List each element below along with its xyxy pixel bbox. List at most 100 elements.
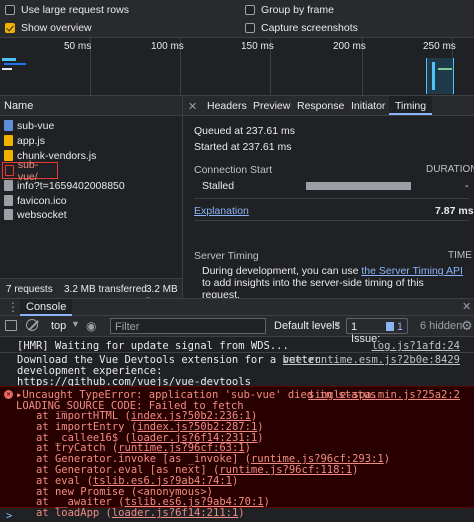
show-overview-label: Show overview <box>21 22 92 34</box>
tab-initiator[interactable]: Initiator <box>345 96 391 115</box>
show-overview-option[interactable]: Show overview <box>5 22 92 34</box>
transferred-size: 3.2 MB transferred <box>64 284 147 295</box>
network-settings-bar: Use large request rows Group by frame Sh… <box>0 0 474 38</box>
capture-screenshots-checkbox[interactable] <box>245 23 255 33</box>
request-row[interactable]: websocket <box>0 207 182 222</box>
show-overview-checkbox[interactable] <box>5 23 15 33</box>
hidden-count: 6 hidden <box>420 320 463 332</box>
capture-screenshots-label: Capture screenshots <box>261 22 358 34</box>
overview-bar <box>2 58 16 61</box>
overview-selection[interactable] <box>426 58 454 94</box>
chevron-down-icon: ▼ <box>71 319 80 329</box>
console-prompt[interactable]: > <box>0 510 474 522</box>
large-rows-label: Use large request rows <box>21 4 129 16</box>
queued-at: Queued at 237.61 ms <box>194 125 295 137</box>
websocket-icon <box>4 209 13 220</box>
divider <box>194 198 469 199</box>
more-icon[interactable]: ⋮ <box>7 300 19 314</box>
filter-input[interactable]: Filter <box>110 318 266 334</box>
issues-label: 1 Issue: <box>351 321 381 345</box>
divider <box>194 220 469 221</box>
xhr-icon <box>4 180 13 191</box>
sidebar-toggle-icon[interactable] <box>5 320 17 331</box>
request-count: 7 requests <box>6 284 53 295</box>
stack-trace: at importHTML (index.js?50b2:236:1) at im… <box>36 411 390 519</box>
overview-bar <box>438 68 452 70</box>
timeline-overview[interactable]: 50 ms 100 ms 150 ms 200 ms 250 ms <box>0 38 474 96</box>
other-icon <box>4 195 13 206</box>
request-row[interactable]: info?t=1659402008850 <box>0 178 182 193</box>
server-note-text: During development, you can use <box>202 265 362 277</box>
request-name: info?t=1659402008850 <box>17 179 125 192</box>
stalled-bar <box>306 182 411 190</box>
eye-icon[interactable]: ◉ <box>86 319 96 333</box>
drawer-header: ⋮ Console ✕ <box>0 298 474 316</box>
tick-label: 50 ms <box>64 41 92 52</box>
stalled-label: Stalled <box>202 180 235 192</box>
stack-frame-text: ) <box>263 496 270 509</box>
request-row-selected[interactable]: sub-vue/ <box>2 159 58 183</box>
stack-frame-text: ) <box>352 463 359 476</box>
gear-icon[interactable]: ⚙ <box>461 318 473 334</box>
message-text: [HMR] Waiting for update signal from WDS… <box>17 340 289 352</box>
filter-placeholder: Filter <box>115 321 140 333</box>
request-name: app.js <box>17 134 46 147</box>
stack-frame-text: ) <box>231 474 239 487</box>
group-by-frame-option[interactable]: Group by frame <box>245 4 334 16</box>
console-tab[interactable]: Console <box>20 299 73 316</box>
prompt-chevron: > <box>6 510 13 522</box>
large-rows-option[interactable]: Use large request rows <box>5 4 129 16</box>
close-drawer-icon[interactable]: ✕ <box>462 300 471 313</box>
error-icon: ✕ <box>4 390 13 399</box>
error-message: ✕ ▸Uncaught TypeError: application 'sub-… <box>0 386 474 519</box>
name-column-header[interactable]: Name <box>0 96 182 116</box>
overview-bar <box>432 62 435 90</box>
document-icon <box>5 165 14 176</box>
total-duration: 7.87 ms <box>435 205 474 217</box>
tick-label: 250 ms <box>423 41 456 52</box>
request-row[interactable]: favicon.ico <box>0 193 182 208</box>
stalled-value: - <box>465 180 469 192</box>
script-icon <box>4 135 13 146</box>
stack-frame-text: ) <box>383 453 391 466</box>
context-selector[interactable]: top <box>51 320 66 332</box>
stack-frame-link[interactable]: runtime.js?96cf:118:1 <box>219 464 352 476</box>
request-row[interactable]: app.js <box>0 133 182 148</box>
name-header-label: Name <box>4 100 34 112</box>
issues-button[interactable]: 1 Issue: 1 <box>346 318 408 345</box>
overview-bar <box>4 63 26 65</box>
started-at: Started at 237.61 ms <box>194 141 292 153</box>
tab-headers[interactable]: Headers <box>201 96 253 115</box>
group-by-frame-label: Group by frame <box>261 4 334 16</box>
capture-screenshots-option[interactable]: Capture screenshots <box>245 22 358 34</box>
tab-preview[interactable]: Preview <box>247 96 296 115</box>
explanation-link[interactable]: Explanation <box>194 205 249 217</box>
large-rows-checkbox[interactable] <box>5 5 15 15</box>
server-timing-api-link[interactable]: the Server Timing API <box>361 265 463 277</box>
issues-count: 1 <box>396 321 403 333</box>
tab-response[interactable]: Response <box>291 96 350 115</box>
server-timing-note: During development, you can use the Serv… <box>202 265 464 301</box>
connection-start-heading: Connection Start <box>194 164 273 176</box>
error-source-link[interactable]: single-spa.min.js?25a2:2 <box>308 389 460 401</box>
timing-panel: Queued at 237.61 ms Started at 237.61 ms… <box>182 116 474 301</box>
tab-timing[interactable]: Timing <box>389 96 433 115</box>
stack-frame-text: ) <box>257 431 264 444</box>
network-summary-bar: 7 requests 3.2 MB transferred 3.2 MB r <box>0 278 182 306</box>
chevron-down-icon: ▼ <box>333 319 342 329</box>
close-icon[interactable]: ✕ <box>188 100 197 113</box>
request-name: websocket <box>17 208 67 221</box>
duration-heading: DURATION <box>426 164 474 175</box>
request-name: sub-vue <box>17 119 55 132</box>
server-timing-heading: Server Timing <box>194 250 259 262</box>
overview-bar <box>2 68 12 70</box>
log-levels-dropdown[interactable]: Default levels <box>274 320 340 332</box>
message-source-link[interactable]: log.js?1afd:24 <box>371 340 460 352</box>
script-icon <box>4 150 13 161</box>
request-row[interactable]: sub-vue <box>0 118 182 133</box>
group-by-frame-checkbox[interactable] <box>245 5 255 15</box>
time-heading: TIME <box>448 250 472 261</box>
message-source-link[interactable]: vue.runtime.esm.js?2b0e:8429 <box>283 354 460 366</box>
request-name: favicon.ico <box>17 194 67 207</box>
request-detail-tabs: ✕ Headers Preview Response Initiator Tim… <box>182 96 474 116</box>
